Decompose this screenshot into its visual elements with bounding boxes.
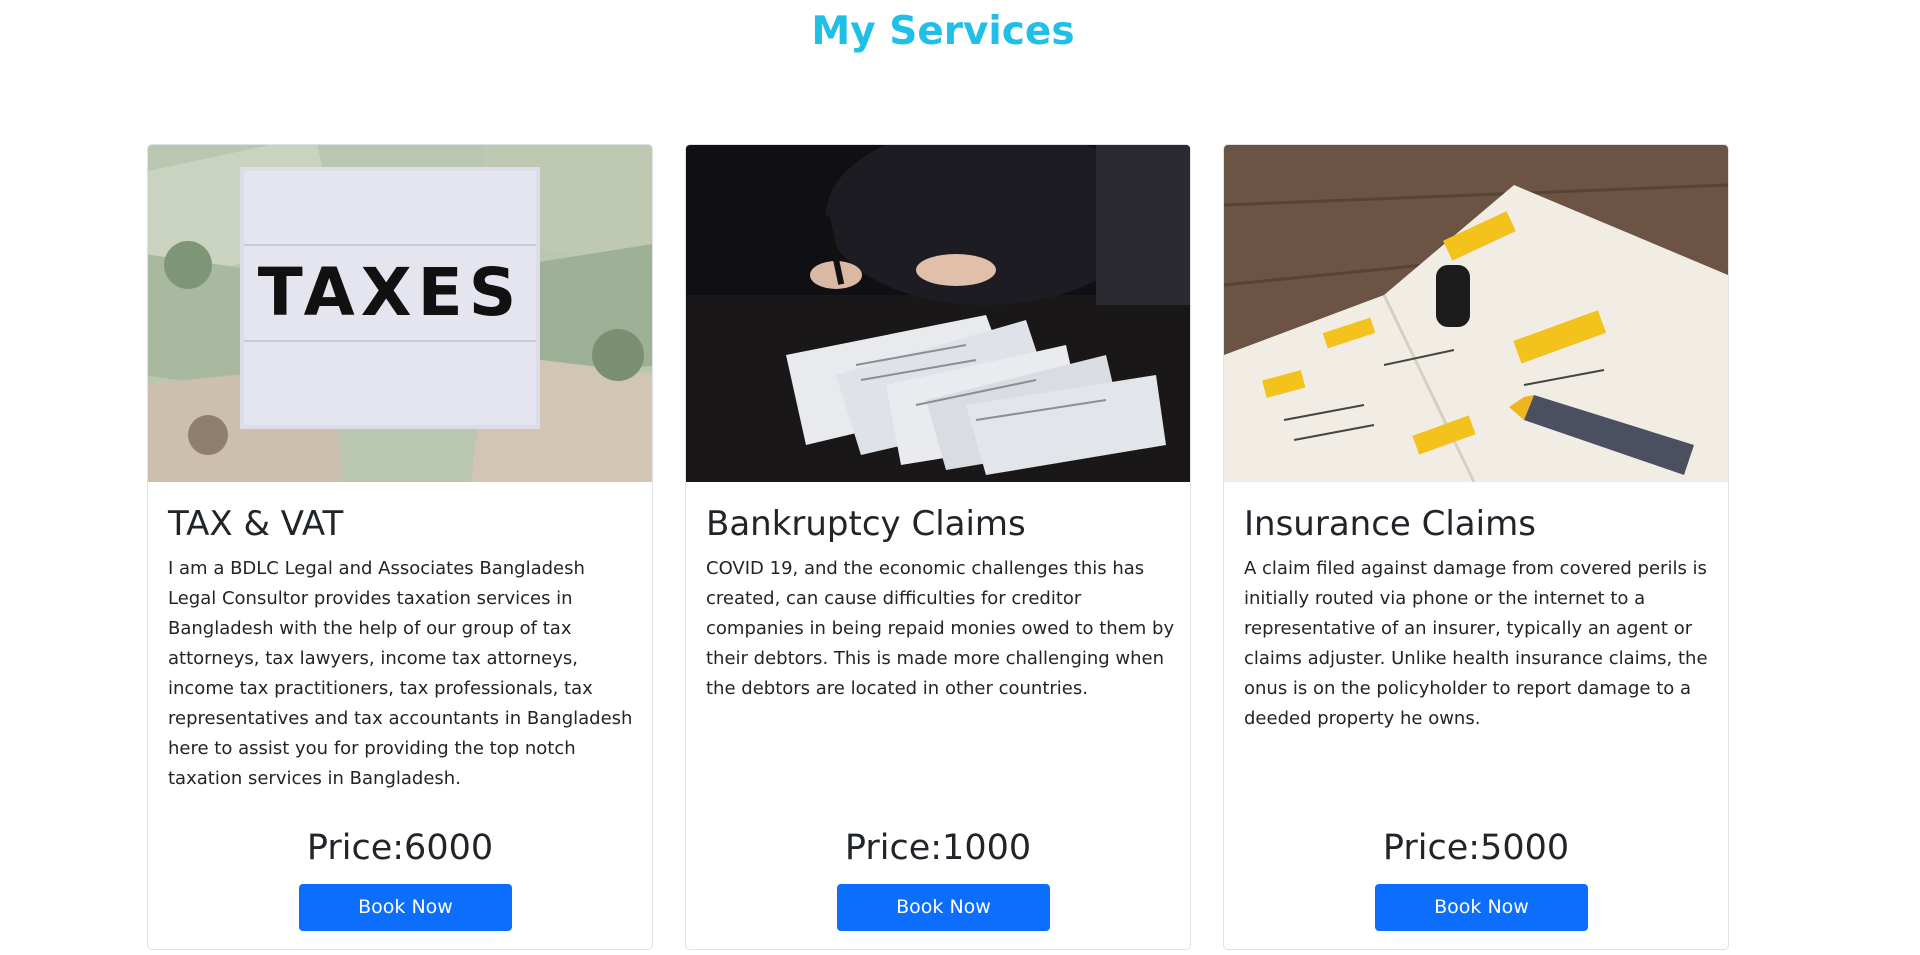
service-card-tax-vat: TAXES TAX & VAT I am a BDLC Legal and As… [147, 144, 653, 950]
card-title: Bankruptcy Claims [706, 504, 1026, 544]
signing-documents-photo [686, 145, 1190, 482]
book-now-button[interactable]: Book Now [299, 884, 512, 931]
taxes-lightbox-photo: TAXES [148, 145, 652, 482]
planner-notebook-photo [1224, 145, 1728, 482]
page-title: My Services [811, 9, 1075, 54]
book-now-button[interactable]: Book Now [837, 884, 1050, 931]
card-price: Price:1000 [844, 828, 1032, 868]
book-now-button[interactable]: Book Now [1375, 884, 1588, 931]
card-price: Price:5000 [1382, 828, 1570, 868]
service-card-insurance: Insurance Claims A claim filed against d… [1223, 144, 1729, 950]
taxes-image-text: TAXES [258, 254, 522, 331]
card-title: Insurance Claims [1244, 504, 1536, 544]
card-price: Price:6000 [306, 828, 494, 868]
card-description: COVID 19, and the economic challenges th… [706, 558, 1175, 699]
card-description: A claim filed against damage from covere… [1244, 558, 1708, 729]
card-title: TAX & VAT [168, 504, 344, 544]
card-description: I am a BDLC Legal and Associates Banglad… [168, 558, 633, 789]
service-card-bankruptcy: Bankruptcy Claims COVID 19, and the econ… [685, 144, 1191, 950]
